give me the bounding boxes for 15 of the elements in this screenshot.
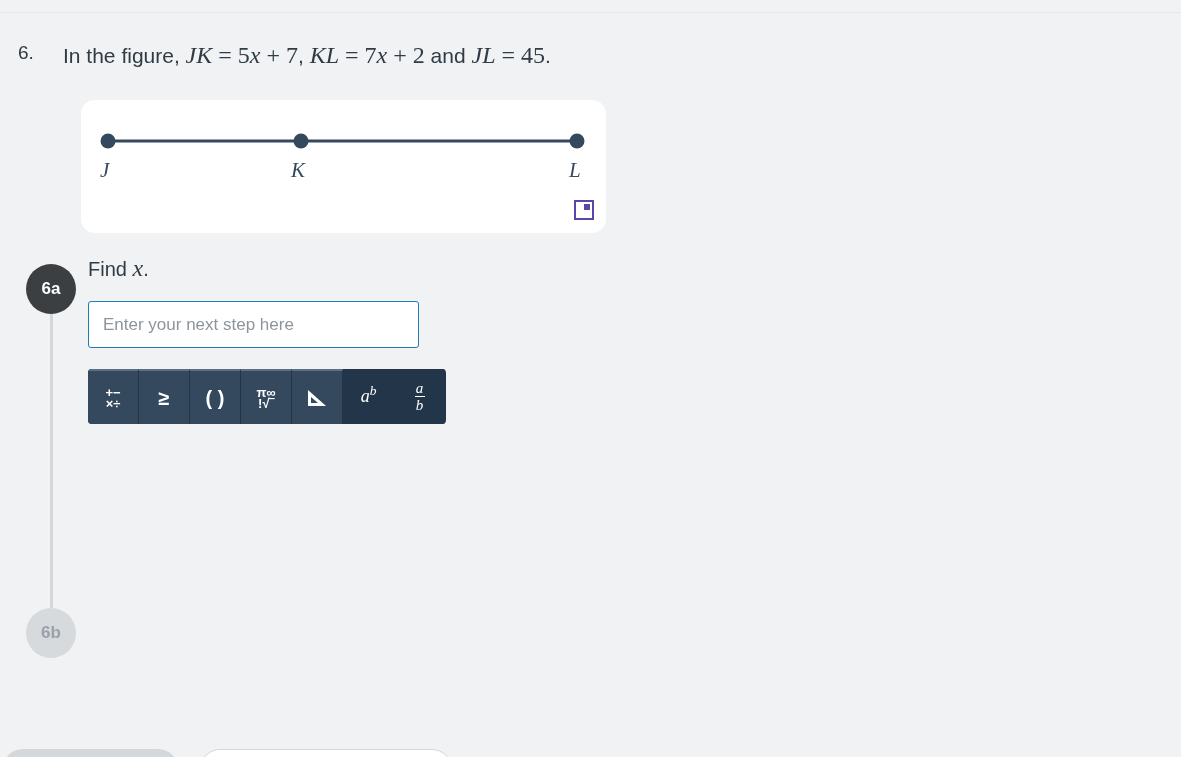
answer-field[interactable]: Enter your next step here [88,301,419,348]
math-keyboard-key[interactable]: ≥ [139,369,190,424]
math-keyboard-key[interactable]: π∞ !√‾ [241,369,292,424]
step-prompt: Find x. [88,256,150,281]
expand-icon[interactable] [574,200,594,220]
math-keyboard-key[interactable]: +− ×÷ [88,369,139,424]
triangle-ruler-icon [306,387,328,408]
step-badge[interactable]: 6a [26,264,76,314]
question-number: 6. [18,41,35,65]
point-label: L [569,157,581,184]
math-keyboard-key[interactable]: ( ) [190,369,241,424]
question-text: In the figure, JK = 5x + 7, KL = 7x + 2 and JL = 45. [63,41,551,70]
math-keyboard-key[interactable] [292,369,343,424]
point-label: J [100,157,110,184]
point-label: K [291,157,305,184]
